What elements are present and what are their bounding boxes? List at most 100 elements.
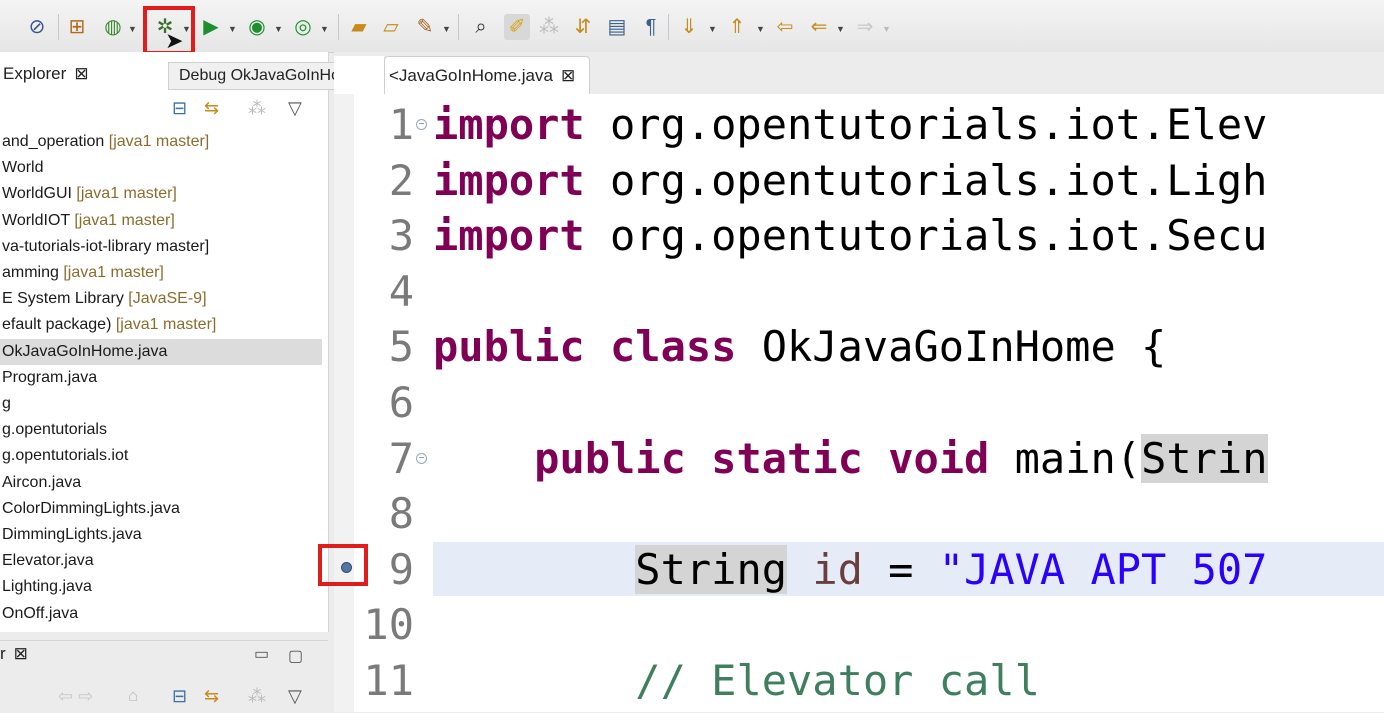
pilcrow-icon[interactable]: ¶	[638, 14, 664, 40]
chevron-down-icon[interactable]: ▼	[320, 24, 329, 34]
view-menu-icon[interactable]: ▽	[288, 686, 302, 707]
line-number: 6	[388, 378, 414, 427]
close-icon[interactable]: ⊠	[561, 66, 575, 85]
chevron-down-icon[interactable]: ▼	[128, 24, 137, 34]
minimize-icon[interactable]: ▭	[254, 644, 269, 664]
editor-gutter[interactable]	[334, 94, 354, 712]
editor-tab-edge	[334, 56, 384, 94]
link-with-editor-icon[interactable]: ⇆	[204, 98, 219, 119]
chevron-down-icon[interactable]: ▼	[442, 24, 451, 34]
code-line[interactable]: 7− public static void main(Strin	[354, 431, 1384, 487]
code-line[interactable]: 5 public class OkJavaGoInHome {	[354, 319, 1384, 375]
code-line[interactable]: 4	[354, 264, 1384, 320]
tree-item[interactable]: Program.java	[0, 365, 322, 391]
main-toolbar: ⊘ ⊞ ◍ ▼ ✲ ▼ ▶ ▼ ◉ ▼ ◎ ▼ ▰ ▱ ✎ ▼ ⌕ ✐ ⁂ ⇵ …	[0, 0, 1384, 53]
line-number: 3	[388, 211, 414, 261]
chevron-down-icon[interactable]: ▼	[836, 24, 845, 34]
coverage-icon[interactable]: ◉	[244, 14, 270, 40]
code-line[interactable]: 6	[354, 375, 1384, 431]
fold-toggle-icon[interactable]: −	[416, 119, 427, 130]
tree-item[interactable]: World	[0, 155, 322, 181]
new-package-icon[interactable]: ⊞	[64, 14, 90, 40]
tree-item-label: World	[2, 159, 44, 177]
toggle-mark-icon[interactable]: ⌕	[468, 14, 494, 40]
tree-item-label: Lighting.java	[2, 578, 92, 596]
prev-annotation-up-icon[interactable]: ⇑	[724, 14, 750, 40]
new-class-icon[interactable]: ◍	[100, 14, 126, 40]
chevron-down-icon[interactable]: ▼	[274, 24, 283, 34]
tree-item[interactable]: g.opentutorials.iot	[0, 443, 322, 469]
tree-item[interactable]: Elevator.java	[0, 548, 322, 574]
link-with-editor-icon[interactable]: ⇆	[204, 686, 219, 707]
skip-breakpoints-icon[interactable]: ⊘	[24, 14, 50, 40]
highlight-icon[interactable]: ✐	[504, 14, 530, 40]
chevron-down-icon[interactable]: ▼	[228, 24, 237, 34]
toolbar-separator	[668, 14, 669, 40]
tree-item[interactable]: Lighting.java	[0, 574, 322, 600]
tab-okjavagoinhome[interactable]: <JavaGoInHome.java ⊠	[384, 56, 590, 94]
next-annotation-down-icon[interactable]: ⇓	[676, 14, 702, 40]
code-text: public class OkJavaGoInHome {	[433, 322, 1167, 372]
open-type-icon[interactable]: ▰	[346, 14, 372, 40]
tree-item-label: E System Library	[2, 290, 124, 308]
tree-item[interactable]: OkJavaGoInHome.java	[0, 338, 322, 365]
chevron-down-icon[interactable]: ▼	[708, 24, 717, 34]
code-line[interactable]: 11 // Elevator call	[354, 653, 1384, 709]
tree-item-label: Program.java	[2, 368, 98, 386]
tree-item[interactable]: va-tutorials-iot-library master]	[0, 234, 322, 260]
tree-item-label: efault package)	[2, 316, 112, 334]
tree-item-label: DimmingLights.java	[2, 526, 142, 543]
external-tools-icon[interactable]: ◎	[290, 14, 316, 40]
line-number: 8	[388, 489, 414, 539]
back-icon[interactable]: ⇐	[806, 14, 832, 40]
tree-item-label: OkJavaGoInHome.java	[2, 342, 168, 360]
tree-item[interactable]: WorldGUI [java1 master]	[0, 181, 322, 207]
show-whitespace-icon[interactable]: ▤	[604, 14, 630, 40]
close-icon[interactable]: ⊠	[74, 64, 88, 83]
maximize-icon[interactable]: ▢	[288, 646, 303, 666]
git-decoration: [java1 master]	[63, 264, 164, 281]
mouse-cursor-icon: ➤	[165, 28, 184, 53]
search-icon[interactable]: ✎	[412, 14, 438, 40]
tree-item[interactable]: OnOff.java	[0, 601, 322, 627]
collapse-all-icon[interactable]: ⊟	[172, 98, 187, 119]
toolbar-separator	[338, 14, 339, 40]
code-line[interactable]: 2 import org.opentutorials.iot.Ligh	[354, 153, 1384, 209]
tab-label: r	[0, 644, 6, 663]
code-line[interactable]: 8	[354, 486, 1384, 542]
run-icon[interactable]: ▶	[198, 14, 224, 40]
code-line[interactable]: 3 import org.opentutorials.iot.Secu	[354, 208, 1384, 264]
open-task-icon[interactable]: ▱	[378, 14, 404, 40]
tab-outline[interactable]: r ⊠	[0, 644, 28, 664]
code-text: import org.opentutorials.iot.Ligh	[433, 155, 1268, 205]
line-number: 5	[388, 322, 414, 372]
tab-package-explorer[interactable]: Explorer ⊠	[0, 52, 110, 92]
forward-icon: ⇒	[856, 16, 874, 38]
home-icon: ⌂	[128, 686, 139, 705]
code-line[interactable]: 1− import org.opentutorials.iot.Elev	[354, 97, 1384, 153]
view-menu-icon[interactable]: ▽	[288, 98, 302, 119]
tree-item[interactable]: g	[0, 391, 322, 417]
tree-item-label: Aircon.java	[2, 473, 82, 491]
tree-item[interactable]: and_operation [java1 master]	[0, 129, 322, 155]
tree-item[interactable]: E System Library [JavaSE-9]	[0, 286, 322, 312]
tree-item[interactable]: g.opentutorials	[0, 417, 322, 443]
back-icon: ⇦ ⇨	[58, 686, 94, 706]
code-text: import org.opentutorials.iot.Secu	[433, 211, 1268, 261]
tree-item-label: g	[2, 395, 11, 412]
next-annotation-icon[interactable]: ⇵	[570, 14, 596, 40]
fold-toggle-icon[interactable]: −	[416, 452, 427, 464]
code-line[interactable]: 10	[354, 597, 1384, 653]
last-edit-icon[interactable]: ⇦	[772, 14, 798, 40]
tree-item[interactable]: efault package) [java1 master]	[0, 312, 322, 338]
tree-item[interactable]: amming [java1 master]	[0, 260, 322, 286]
collapse-all-icon[interactable]: ⊟	[172, 686, 187, 707]
close-icon[interactable]: ⊠	[14, 644, 28, 663]
tree-item[interactable]: Aircon.java	[0, 470, 322, 496]
chevron-down-icon[interactable]: ▼	[756, 24, 765, 34]
tree-item[interactable]: DimmingLights.java	[0, 522, 322, 548]
tree-item[interactable]: WorldIOT [java1 master]	[0, 208, 322, 234]
code-line[interactable]: 9 String id = "JAVA APT 507	[354, 542, 1384, 598]
tree-item[interactable]: ColorDimmingLights.java	[0, 496, 322, 522]
git-decoration: [java1 master]	[76, 185, 177, 203]
